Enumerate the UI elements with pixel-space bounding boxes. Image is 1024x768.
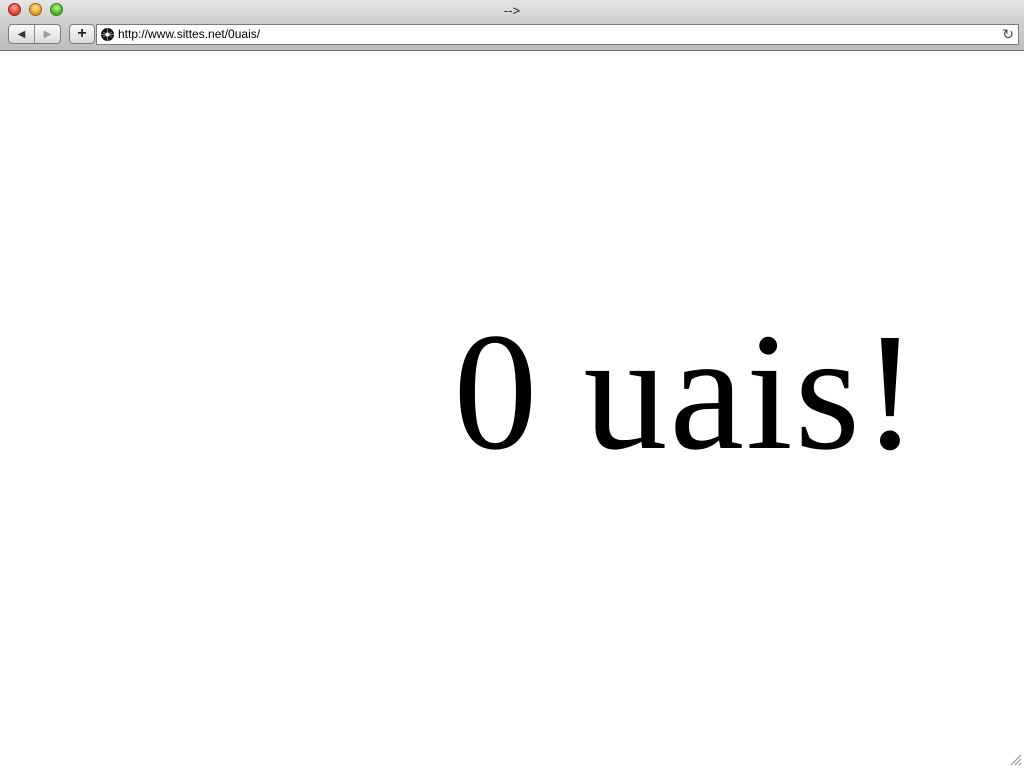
back-button[interactable]: ◀ bbox=[9, 25, 35, 43]
reload-button[interactable]: ↻ bbox=[1002, 26, 1014, 43]
plus-icon: + bbox=[77, 25, 87, 42]
browser-toolbar: --> ◀ ▶ + http://www.sittes.net/0uais/ ↻ bbox=[0, 0, 1024, 51]
url-text[interactable]: http://www.sittes.net/0uais/ bbox=[118, 25, 260, 44]
site-favicon-icon bbox=[101, 28, 114, 41]
resize-grip-icon[interactable] bbox=[1010, 754, 1022, 766]
browser-window: --> ◀ ▶ + http://www.sittes.net/0uais/ ↻… bbox=[0, 0, 1024, 768]
address-bar[interactable]: http://www.sittes.net/0uais/ ↻ bbox=[96, 24, 1019, 45]
forward-button[interactable]: ▶ bbox=[35, 25, 60, 43]
add-bookmark-button[interactable]: + bbox=[69, 24, 95, 44]
navigation-buttons: ◀ ▶ bbox=[8, 24, 61, 44]
page-content: 0 uais! bbox=[0, 51, 1024, 768]
page-headline: 0 uais! bbox=[453, 299, 920, 485]
back-arrow-icon: ◀ bbox=[17, 28, 26, 40]
window-title: --> bbox=[503, 3, 521, 18]
forward-arrow-icon: ▶ bbox=[43, 28, 52, 40]
